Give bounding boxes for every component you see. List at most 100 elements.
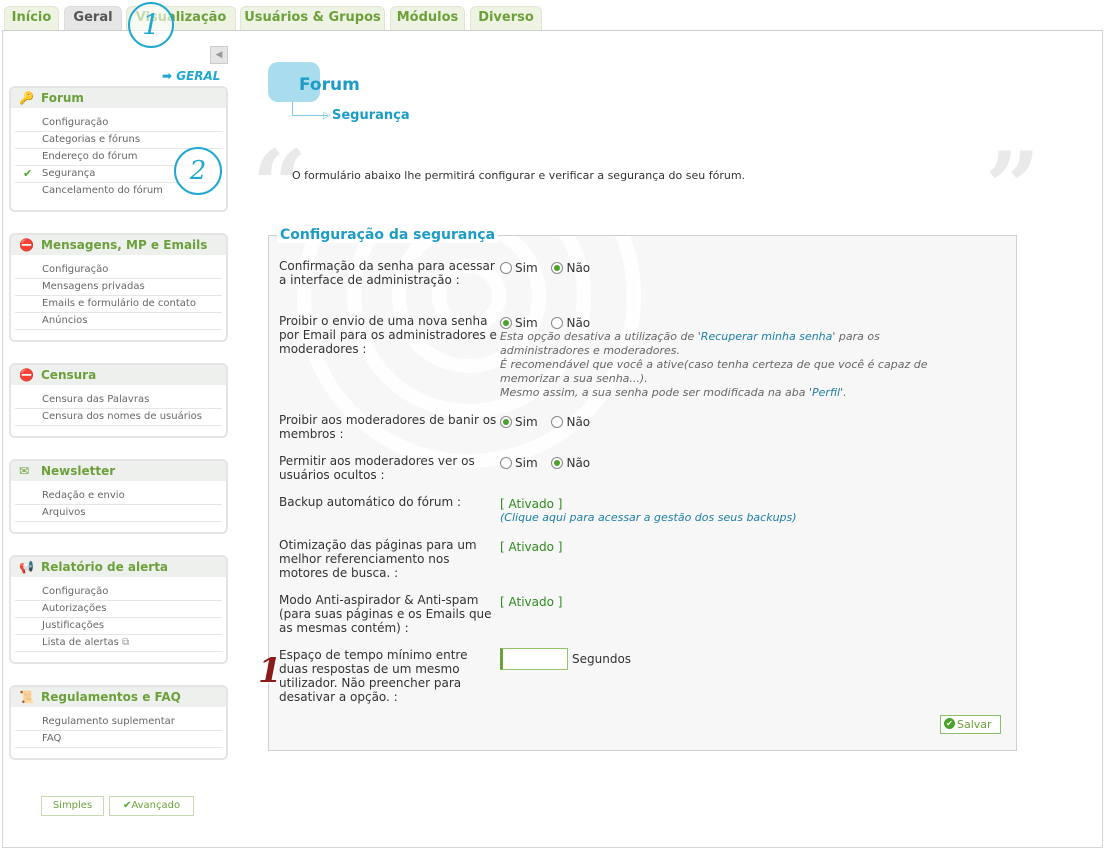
radio-label: Sim	[515, 415, 538, 429]
radio-button[interactable]	[500, 457, 512, 469]
sidebar-item-configuracao[interactable]: Configuração	[15, 115, 222, 132]
sidebar-box-censura: ⛔ Censura Censura das Palavras Censura d…	[9, 363, 228, 438]
field-hint-forbid-email-password: Esta opção desativa a utilização de 'Rec…	[500, 330, 970, 400]
radio-label: Sim	[515, 261, 538, 275]
sidebar-item-regulamento[interactable]: Regulamento suplementar	[15, 714, 222, 731]
radio-button[interactable]	[551, 262, 564, 274]
radio-option-sim[interactable]: Sim	[500, 456, 538, 470]
radio-button[interactable]	[551, 416, 564, 428]
alert-report-icon: 📢	[19, 560, 34, 574]
radio-label: Não	[566, 456, 591, 470]
intro-text: O formulário abaixo lhe permitirá config…	[292, 169, 746, 182]
save-button[interactable]: ✔ Salvar	[940, 715, 1001, 734]
sidebar-item-label: Lista de alertas	[42, 637, 119, 648]
radio-group-hidden-users: Sim Não	[500, 456, 600, 470]
sidebar-item-categorias[interactable]: Categorias e fóruns	[15, 132, 222, 149]
radio-option-nao[interactable]: Não	[551, 456, 590, 470]
page-title: Forum	[299, 75, 360, 95]
sidebar-box-header: ✉ Newsletter	[11, 461, 226, 481]
backup-status-link[interactable]: [ Ativado ]	[500, 497, 562, 511]
radio-label: Não	[566, 415, 591, 429]
advanced-mode-label: Avançado	[131, 800, 181, 811]
check-icon: ✔	[23, 167, 33, 180]
flood-interval-unit: Segundos	[572, 652, 632, 666]
sidebar-item-justificacoes[interactable]: Justificações	[15, 618, 222, 635]
hint-text: '.	[840, 386, 847, 399]
tab-usuarios-grupos[interactable]: Usuários & Grupos	[240, 6, 385, 30]
sidebar-box-title: Mensagens, MP e Emails	[41, 238, 208, 252]
radio-button[interactable]	[551, 457, 564, 469]
sidebar-box-relatorio-alerta: 📢 Relatório de alerta Configuração Autor…	[9, 555, 228, 664]
section-link-label: GERAL	[176, 69, 221, 83]
radio-option-nao[interactable]: Não	[551, 261, 590, 275]
radio-button[interactable]	[500, 416, 512, 428]
newsletter-icon: ✉	[19, 464, 30, 478]
radio-option-nao[interactable]: Não	[551, 415, 590, 429]
radio-group-forbid-email-password: Sim Não	[500, 316, 600, 330]
field-label-confirm-password: Confirmação da senha para acessar a inte…	[279, 259, 495, 287]
sidebar-box-mensagens: ⛔ Mensagens, MP e Emails Configuração Me…	[9, 233, 228, 342]
radio-button[interactable]	[551, 317, 564, 329]
advanced-mode-button[interactable]: ✔Avançado	[109, 796, 194, 816]
rules-icon: 📜	[19, 690, 34, 704]
radio-button[interactable]	[500, 262, 512, 274]
backup-management-link[interactable]: (Clique aqui para acessar a gestão dos s…	[500, 511, 797, 525]
section-link-geral[interactable]: ➡ GERAL	[162, 69, 220, 83]
tab-inicio[interactable]: Início	[4, 6, 59, 30]
radio-label: Não	[566, 316, 591, 330]
sidebar-item-label: Segurança	[42, 168, 96, 179]
sidebar-item-censura-palavras[interactable]: Censura das Palavras	[15, 392, 222, 409]
radio-button[interactable]	[500, 317, 512, 329]
radio-option-sim[interactable]: Sim	[500, 415, 538, 429]
recover-password-link[interactable]: Recuperar minha senha	[701, 330, 833, 343]
flood-interval-input[interactable]	[500, 648, 568, 670]
sidebar-box-header: 🔑 Forum	[11, 88, 226, 108]
sidebar-box-title: Censura	[41, 368, 97, 382]
radio-option-sim[interactable]: Sim	[500, 261, 538, 275]
radio-label: Sim	[515, 316, 538, 330]
radio-option-nao[interactable]: Não	[551, 316, 590, 330]
radio-group-forbid-ban: Sim Não	[500, 415, 600, 429]
sidebar-item-autorizacoes[interactable]: Autorizações	[15, 601, 222, 618]
sidebar-item-mensagens-privadas[interactable]: Mensagens privadas	[15, 279, 222, 296]
hint-text: Esta opção desativa a utilização de '	[500, 330, 701, 343]
key-icon: 🔑	[19, 91, 34, 105]
sidebar-box-header: ⛔ Censura	[11, 365, 226, 385]
collapse-sidebar-button[interactable]: ◀	[210, 46, 228, 64]
check-icon: ✔	[944, 718, 955, 729]
sidebar-box-title: Relatório de alerta	[41, 560, 169, 574]
callout-circle-2: 2	[174, 147, 222, 195]
sidebar-item-emails-contato[interactable]: Emails e formulário de contato	[15, 296, 222, 313]
field-label-flood-interval: Espaço de tempo mínimo entre duas respos…	[279, 648, 468, 704]
sidebar-item-lista-alertas[interactable]: Lista de alertas ⧉	[15, 635, 222, 652]
field-label-forbid-ban: Proibir aos moderadores de banir os memb…	[279, 413, 497, 441]
panel-title: Configuração da segurança	[277, 227, 499, 243]
sidebar-item-anuncios[interactable]: Anúncios	[15, 313, 222, 330]
anti-spam-status-link[interactable]: [ Ativado ]	[500, 595, 562, 609]
hint-text: É recomendável que você a ative(caso ten…	[500, 358, 928, 385]
close-quote-icon: ”	[985, 131, 1041, 244]
sidebar-item-faq[interactable]: FAQ	[15, 731, 222, 748]
callout-number-1: 1	[258, 651, 282, 691]
external-link-icon: ⧉	[122, 637, 130, 648]
sidebar-item-redacao-envio[interactable]: Redação e envio	[15, 488, 222, 505]
tab-modulos[interactable]: Módulos	[390, 6, 465, 30]
sidebar-item-configuracao-mensagens[interactable]: Configuração	[15, 262, 222, 279]
sidebar-box-title: Newsletter	[41, 464, 116, 478]
profile-link[interactable]: Perfil	[812, 386, 840, 399]
tab-diverso[interactable]: Diverso	[470, 6, 542, 30]
sidebar-item-configuracao-alerta[interactable]: Configuração	[15, 584, 222, 601]
radio-option-sim[interactable]: Sim	[500, 316, 538, 330]
sidebar-item-censura-nomes[interactable]: Censura dos nomes de usuários	[15, 409, 222, 426]
message-stop-icon: ⛔	[19, 238, 34, 252]
hint-text: Mesmo assim, a sua senha pode ser modifi…	[500, 386, 813, 399]
seo-status-link[interactable]: [ Ativado ]	[500, 540, 562, 554]
save-label: Salvar	[957, 718, 992, 731]
tab-geral[interactable]: Geral	[64, 6, 122, 30]
sidebar-item-arquivos[interactable]: Arquivos	[15, 505, 222, 522]
field-label-seo: Otimização das páginas para um melhor re…	[279, 538, 477, 580]
open-quote-icon: “	[252, 129, 308, 242]
censor-icon: ⛔	[19, 368, 34, 382]
simple-mode-button[interactable]: Simples	[41, 796, 104, 816]
callout-circle-1: 1	[128, 2, 174, 48]
